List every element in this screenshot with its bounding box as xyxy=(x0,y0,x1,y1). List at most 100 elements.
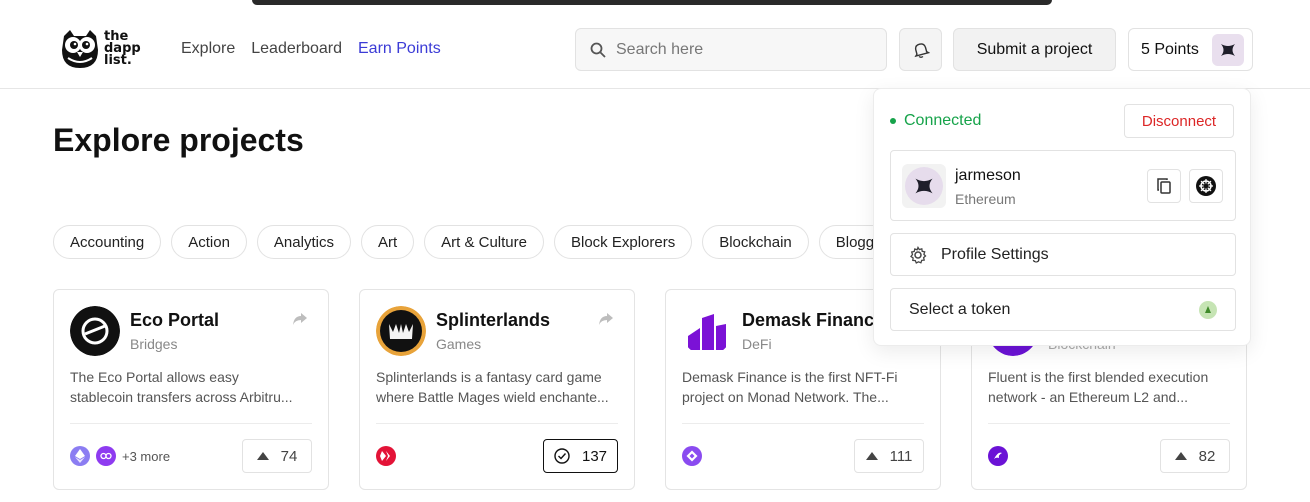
browser-bar xyxy=(252,0,1052,5)
polygon-chain-icon xyxy=(96,446,116,466)
category-chip[interactable]: Blockchain xyxy=(702,225,809,259)
explorer-link-button[interactable] xyxy=(1189,169,1223,203)
profile-settings-button[interactable]: Profile Settings xyxy=(890,233,1236,276)
profile-settings-label: Profile Settings xyxy=(941,245,1049,263)
main-nav: Explore Leaderboard Earn Points xyxy=(181,40,457,58)
chain-list xyxy=(376,446,396,466)
logo-wordmark: the dapp list. xyxy=(104,30,141,68)
chain-list xyxy=(988,446,1008,466)
ethereum-chain-icon xyxy=(70,446,90,466)
status-label: Connected xyxy=(904,112,982,129)
nav-explore[interactable]: Explore xyxy=(181,40,235,58)
triangle-up-icon xyxy=(256,452,269,460)
hive-chain-icon xyxy=(376,446,396,466)
demask-logo-icon xyxy=(682,306,732,356)
project-card[interactable]: Splinterlands Games Splinterlands is a f… xyxy=(359,289,635,490)
vote-count: 74 xyxy=(280,447,298,465)
points-label: 5 Points xyxy=(1141,40,1199,58)
description-line: where Battle Mages wield enchante... xyxy=(376,389,609,405)
gear-icon xyxy=(910,245,927,264)
description-line: stablecoin transfers across Arbitru... xyxy=(70,389,293,405)
account-network: Ethereum xyxy=(955,191,1016,207)
wallet-dropdown: Connected Disconnect jarmeson Ethereum P… xyxy=(873,88,1251,346)
project-description: Fluent is the first blended execution net… xyxy=(988,367,1234,407)
description-line: Fluent is the first blended execution xyxy=(988,369,1209,385)
vote-count: 111 xyxy=(889,447,913,465)
search-input[interactable] xyxy=(616,40,866,59)
project-card[interactable]: Eco Portal Bridges The Eco Portal allows… xyxy=(53,289,329,490)
category-chip[interactable]: Art & Culture xyxy=(424,225,544,259)
search-box[interactable] xyxy=(575,28,887,71)
card-divider xyxy=(70,423,312,424)
copy-address-button[interactable] xyxy=(1147,169,1181,203)
upvote-button[interactable]: 82 xyxy=(1160,439,1230,473)
triangle-up-icon xyxy=(865,452,878,460)
copy-icon xyxy=(1157,178,1171,194)
description-line: Splinterlands is a fantasy card game xyxy=(376,369,602,385)
connection-status: Connected xyxy=(890,112,981,130)
submit-project-button[interactable]: Submit a project xyxy=(953,28,1116,71)
category-chip[interactable]: Bloggi xyxy=(818,225,873,259)
avatar-x-icon xyxy=(1221,44,1235,56)
notifications-button[interactable] xyxy=(899,28,942,71)
disconnect-button[interactable]: Disconnect xyxy=(1124,104,1234,138)
category-filter-bar: Accounting Action Analytics Art Art & Cu… xyxy=(53,225,873,259)
bell-icon xyxy=(913,42,930,58)
upvote-button-voted[interactable]: 137 xyxy=(543,439,618,473)
nav-earn-points[interactable]: Earn Points xyxy=(358,40,441,58)
project-name[interactable]: Eco Portal xyxy=(130,310,219,331)
more-chains[interactable]: +3 more xyxy=(122,449,170,464)
account-username: jarmeson xyxy=(955,167,1021,184)
select-token-button[interactable]: Select a token xyxy=(890,288,1236,331)
splinterlands-logo-icon xyxy=(376,306,426,356)
avatar xyxy=(902,164,946,208)
fluent-chain-icon xyxy=(988,446,1008,466)
site-logo[interactable]: the dapp list. xyxy=(60,28,141,70)
category-chip[interactable]: Block Explorers xyxy=(554,225,693,259)
share-icon[interactable] xyxy=(292,312,308,326)
owl-logo-icon xyxy=(62,30,98,68)
account-card: jarmeson Ethereum xyxy=(890,150,1236,221)
project-logo xyxy=(70,306,120,356)
description-line: The Eco Portal allows easy xyxy=(70,369,239,385)
project-logo xyxy=(376,306,426,356)
status-dot xyxy=(890,118,896,124)
select-token-label: Select a token xyxy=(909,300,1011,318)
category-chip[interactable]: Analytics xyxy=(256,225,351,259)
monad-chain-icon xyxy=(682,446,702,466)
upvote-button[interactable]: 111 xyxy=(854,439,924,473)
project-category: Games xyxy=(436,336,482,352)
chain-list: +3 more xyxy=(70,446,170,466)
search-icon xyxy=(590,42,606,58)
card-divider xyxy=(682,423,924,424)
description-line: network - an Ethereum L2 and... xyxy=(988,389,1188,405)
project-name[interactable]: Splinterlands xyxy=(436,310,550,331)
project-name[interactable]: Demask Finance xyxy=(742,310,876,331)
points-account-button[interactable]: 5 Points xyxy=(1128,28,1253,71)
description-line: Demask Finance is the first NFT-Fi xyxy=(682,369,898,385)
token-icon xyxy=(1199,301,1217,319)
nav-leaderboard[interactable]: Leaderboard xyxy=(251,40,342,58)
avatar xyxy=(1212,34,1244,66)
project-description: The Eco Portal allows easy stablecoin tra… xyxy=(70,367,316,407)
logo-text-line: list. xyxy=(104,53,132,68)
category-chip[interactable]: Action xyxy=(171,225,247,259)
avatar-inner xyxy=(905,167,943,205)
category-chip[interactable]: Accounting xyxy=(53,225,162,259)
description-line: project on Monad Network. The... xyxy=(682,389,889,405)
eco-logo-icon xyxy=(70,306,120,356)
browser-top-strip xyxy=(0,0,1310,8)
project-logo xyxy=(682,306,732,356)
card-divider xyxy=(988,423,1230,424)
share-icon[interactable] xyxy=(598,312,614,326)
chain-list xyxy=(682,446,702,466)
triangle-up-icon xyxy=(1174,452,1187,460)
category-chip[interactable]: Art xyxy=(360,225,415,259)
project-description: Splinterlands is a fantasy card game wher… xyxy=(376,367,622,407)
vote-count: 137 xyxy=(581,447,608,465)
project-category: DeFi xyxy=(742,336,772,352)
avatar-x-icon xyxy=(915,178,933,194)
upvote-button[interactable]: 74 xyxy=(242,439,312,473)
etherscan-icon xyxy=(1196,176,1216,196)
page-title: Explore projects xyxy=(53,122,304,158)
